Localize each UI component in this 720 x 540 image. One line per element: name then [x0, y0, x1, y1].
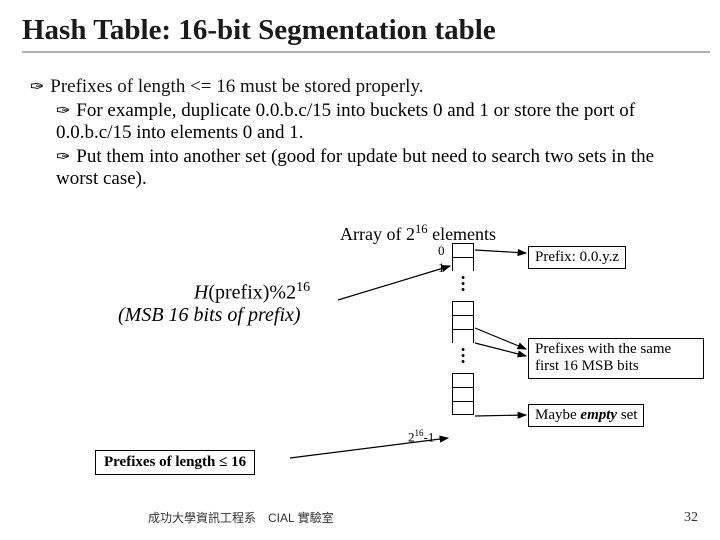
array-index-1: 1	[438, 260, 445, 276]
footer-left: 成功大學資訊工程系 CIAL 實驗室	[148, 509, 334, 526]
array-cell	[452, 301, 474, 315]
callout-prefixes-le-16: Prefixes of length ≤ 16	[95, 450, 255, 475]
array-cell	[452, 329, 474, 343]
slide-title: Hash Table: 16-bit Segmentation table	[22, 14, 710, 53]
ellipsis-icon: •••	[452, 271, 474, 301]
hash-function-sublabel: (MSB 16 bits of prefix)	[118, 304, 301, 327]
bullet-sub-1-text: For example, duplicate 0.0.b.c/15 into b…	[56, 100, 635, 143]
array-table: ••• •••	[452, 243, 474, 415]
hash-function-label: H(prefix)%216	[142, 280, 362, 305]
array-cell	[452, 257, 474, 271]
array-caption: Array of 216 elements	[340, 222, 496, 245]
array-cell	[452, 373, 474, 387]
ellipsis-icon: •••	[452, 343, 474, 373]
array-cell	[452, 387, 474, 401]
array-index-N: 216-1	[408, 428, 434, 445]
bullet-sub-1: ✑For example, duplicate 0.0.b.c/15 into …	[56, 100, 690, 145]
callout-empty-set: Maybe empty set	[528, 404, 644, 427]
bullet-main-text: Prefixes of length <= 16 must be stored …	[50, 76, 423, 97]
array-index-0: 0	[438, 243, 445, 259]
bullet-main: ✑ Prefixes of length <= 16 must be stored…	[30, 76, 690, 98]
array-cell	[452, 315, 474, 329]
array-cell	[452, 243, 474, 257]
callout-prefix-00yz: Prefix: 0.0.y.z	[528, 246, 626, 269]
bullet-icon: ✑	[30, 77, 44, 96]
page-number: 32	[684, 510, 698, 526]
bullet-icon: ✑	[56, 147, 70, 166]
bullet-sub-2: ✑Put them into another set (good for upd…	[56, 146, 690, 191]
array-cell	[452, 401, 474, 415]
bullet-sub-2-text: Put them into another set (good for upda…	[56, 146, 654, 189]
bullet-icon: ✑	[56, 101, 70, 120]
callout-same-msb: Prefixes with the same first 16 MSB bits	[528, 338, 704, 379]
